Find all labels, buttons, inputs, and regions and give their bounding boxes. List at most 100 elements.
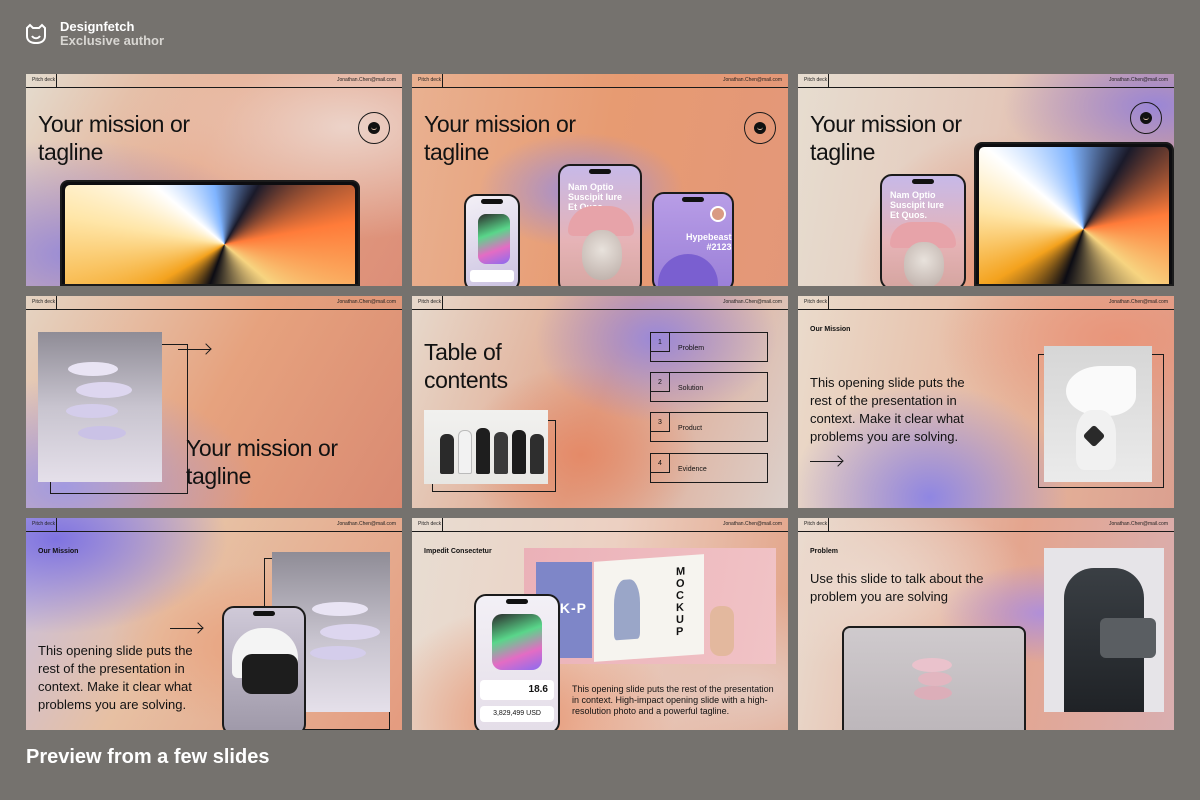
toc-number: 1 [651, 333, 670, 352]
arrow-right-icon [178, 349, 210, 350]
slide-header-right: Jonathan.Chen@mail.com [1109, 77, 1168, 83]
section-label: Problem [810, 548, 839, 555]
body-text: This opening slide puts the rest of the … [572, 684, 774, 716]
stacked-discs-image [38, 332, 162, 482]
header-divider [56, 518, 57, 532]
header-divider [442, 74, 443, 88]
arrow-right-icon [810, 461, 842, 462]
open-magazine: MOCKUP [594, 554, 704, 662]
slide-header: Pitch deck Jonathan.Chen@mail.com [412, 296, 788, 310]
slide-title: Your mission or tagline [810, 110, 962, 166]
toc-item-product[interactable]: 3 Product [650, 412, 768, 442]
slide-header: Pitch deck Jonathan.Chen@mail.com [798, 296, 1174, 310]
slide-4[interactable]: Pitch deck Jonathan.Chen@mail.com Your m… [26, 296, 402, 508]
slide-header-right: Jonathan.Chen@mail.com [723, 299, 782, 305]
toc-item-evidence[interactable]: 4 Evidence [650, 453, 768, 483]
brand-subtitle: Exclusive author [60, 33, 165, 48]
laptop-mockup [60, 180, 360, 286]
title-line-1: Your mission or [810, 111, 962, 137]
hand [710, 606, 734, 656]
sequin-mask [242, 654, 298, 694]
toc-item-solution[interactable]: 2 Solution [650, 372, 768, 402]
body-text: This opening slide puts the rest of the … [810, 375, 965, 444]
slide-header: Pitch deck Jonathan.Chen@mail.com [798, 74, 1174, 88]
toc-label: Solution [678, 385, 704, 392]
brand-text: Designfetch Exclusive author [60, 20, 164, 48]
laptop-mockup [974, 142, 1174, 286]
section-label: Our Mission [810, 326, 851, 333]
person-photo [1044, 548, 1164, 712]
toc-number: 3 [651, 413, 670, 432]
header-divider [828, 518, 829, 532]
price-value: 3,829,499 USD [480, 706, 554, 722]
slide-5[interactable]: Pitch deck Jonathan.Chen@mail.com Table … [412, 296, 788, 508]
product-card [470, 270, 514, 282]
slide-9[interactable]: Pitch deck Jonathan.Chen@mail.com Proble… [798, 518, 1174, 730]
title-line-2: tagline [186, 463, 251, 489]
phone-right-text: Hypebeast #2123 [686, 232, 732, 252]
avatar [710, 206, 726, 222]
slide-1[interactable]: Pitch deck Jonathan.Chen@mail.com Your m… [26, 74, 402, 286]
slide-8[interactable]: Pitch deck Jonathan.Chen@mail.com Impedi… [412, 518, 788, 730]
slide-title: Your mission or tagline [424, 110, 576, 166]
toc-label: Evidence [678, 466, 707, 473]
slide-7[interactable]: Pitch deck Jonathan.Chen@mail.com Our Mi… [26, 518, 402, 730]
abstract-artwork [65, 185, 355, 284]
device [1100, 618, 1156, 658]
palm-leaf-icon [614, 578, 640, 641]
slide-header-left: Pitch deck [418, 521, 442, 527]
purple-figure [658, 254, 718, 286]
smile-icon [744, 112, 776, 144]
toc-label: Problem [678, 345, 705, 352]
team-photo [424, 410, 548, 484]
slide-header-right: Jonathan.Chen@mail.com [1109, 299, 1168, 305]
brand-name: Designfetch [60, 19, 135, 34]
body-text: This opening slide puts the rest of the … [38, 643, 193, 712]
slide-header: Pitch deck Jonathan.Chen@mail.com [412, 518, 788, 532]
slide-title: Your mission or tagline [38, 110, 190, 166]
slide-title: Table of contents [424, 338, 508, 394]
mockup-text: MOCKUP [676, 565, 686, 639]
sneaker-image [478, 214, 510, 264]
slide-header-left: Pitch deck [804, 299, 828, 305]
slide-header-left: Pitch deck [418, 299, 442, 305]
slide-3[interactable]: Pitch deck Jonathan.Chen@mail.com Your m… [798, 74, 1174, 286]
slide-title: Your mission or tagline [186, 434, 338, 490]
footer-caption: Preview from a few slides [26, 746, 270, 768]
body-text: Use this slide to talk about the problem… [810, 571, 984, 604]
slide-header-left: Pitch deck [418, 77, 442, 83]
toc-item-problem[interactable]: 1 Problem [650, 332, 768, 362]
slide-6[interactable]: Pitch deck Jonathan.Chen@mail.com Our Mi… [798, 296, 1174, 508]
sculpture-image [1044, 346, 1152, 482]
header-divider [828, 74, 829, 88]
slides-grid: Pitch deck Jonathan.Chen@mail.com Your m… [26, 74, 1174, 730]
slide-header-left: Pitch deck [32, 77, 56, 83]
header-divider [56, 74, 57, 88]
slide-header-left: Pitch deck [32, 521, 56, 527]
phone-mockup: Nam Optio Suscipit Iure Et Quos. [880, 174, 966, 286]
slide-header-right: Jonathan.Chen@mail.com [723, 521, 782, 527]
title-line-1: Your mission or [186, 435, 338, 461]
ape-face [904, 242, 944, 286]
slide-header: Pitch deck Jonathan.Chen@mail.com [26, 74, 402, 88]
slide-2[interactable]: Pitch deck Jonathan.Chen@mail.com Your m… [412, 74, 788, 286]
arrow-right-icon [170, 628, 202, 629]
phone-text: Nam Optio Suscipit Iure Et Quos. [890, 190, 945, 220]
toc-label: Product [678, 425, 703, 432]
phone-mockup [222, 606, 306, 730]
ape-face [582, 230, 622, 280]
toc-number: 4 [651, 454, 670, 473]
title-line-1: Your mission or [38, 111, 190, 137]
slide-header-left: Pitch deck [804, 521, 828, 527]
sneaker-image [492, 614, 542, 670]
section-label: Our Mission [38, 548, 79, 555]
magazine-photo: OK-P MOCKUP [524, 548, 776, 664]
slide-header-right: Jonathan.Chen@mail.com [723, 77, 782, 83]
slide-header-right: Jonathan.Chen@mail.com [337, 77, 396, 83]
phone-right: Hypebeast #2123 [652, 192, 734, 286]
header-divider [442, 296, 443, 310]
abstract-artwork [979, 147, 1169, 284]
title-line-2: tagline [38, 139, 103, 165]
smile-icon [358, 112, 390, 144]
phone-mockup: 18.6 3,829,499 USD [474, 594, 560, 730]
